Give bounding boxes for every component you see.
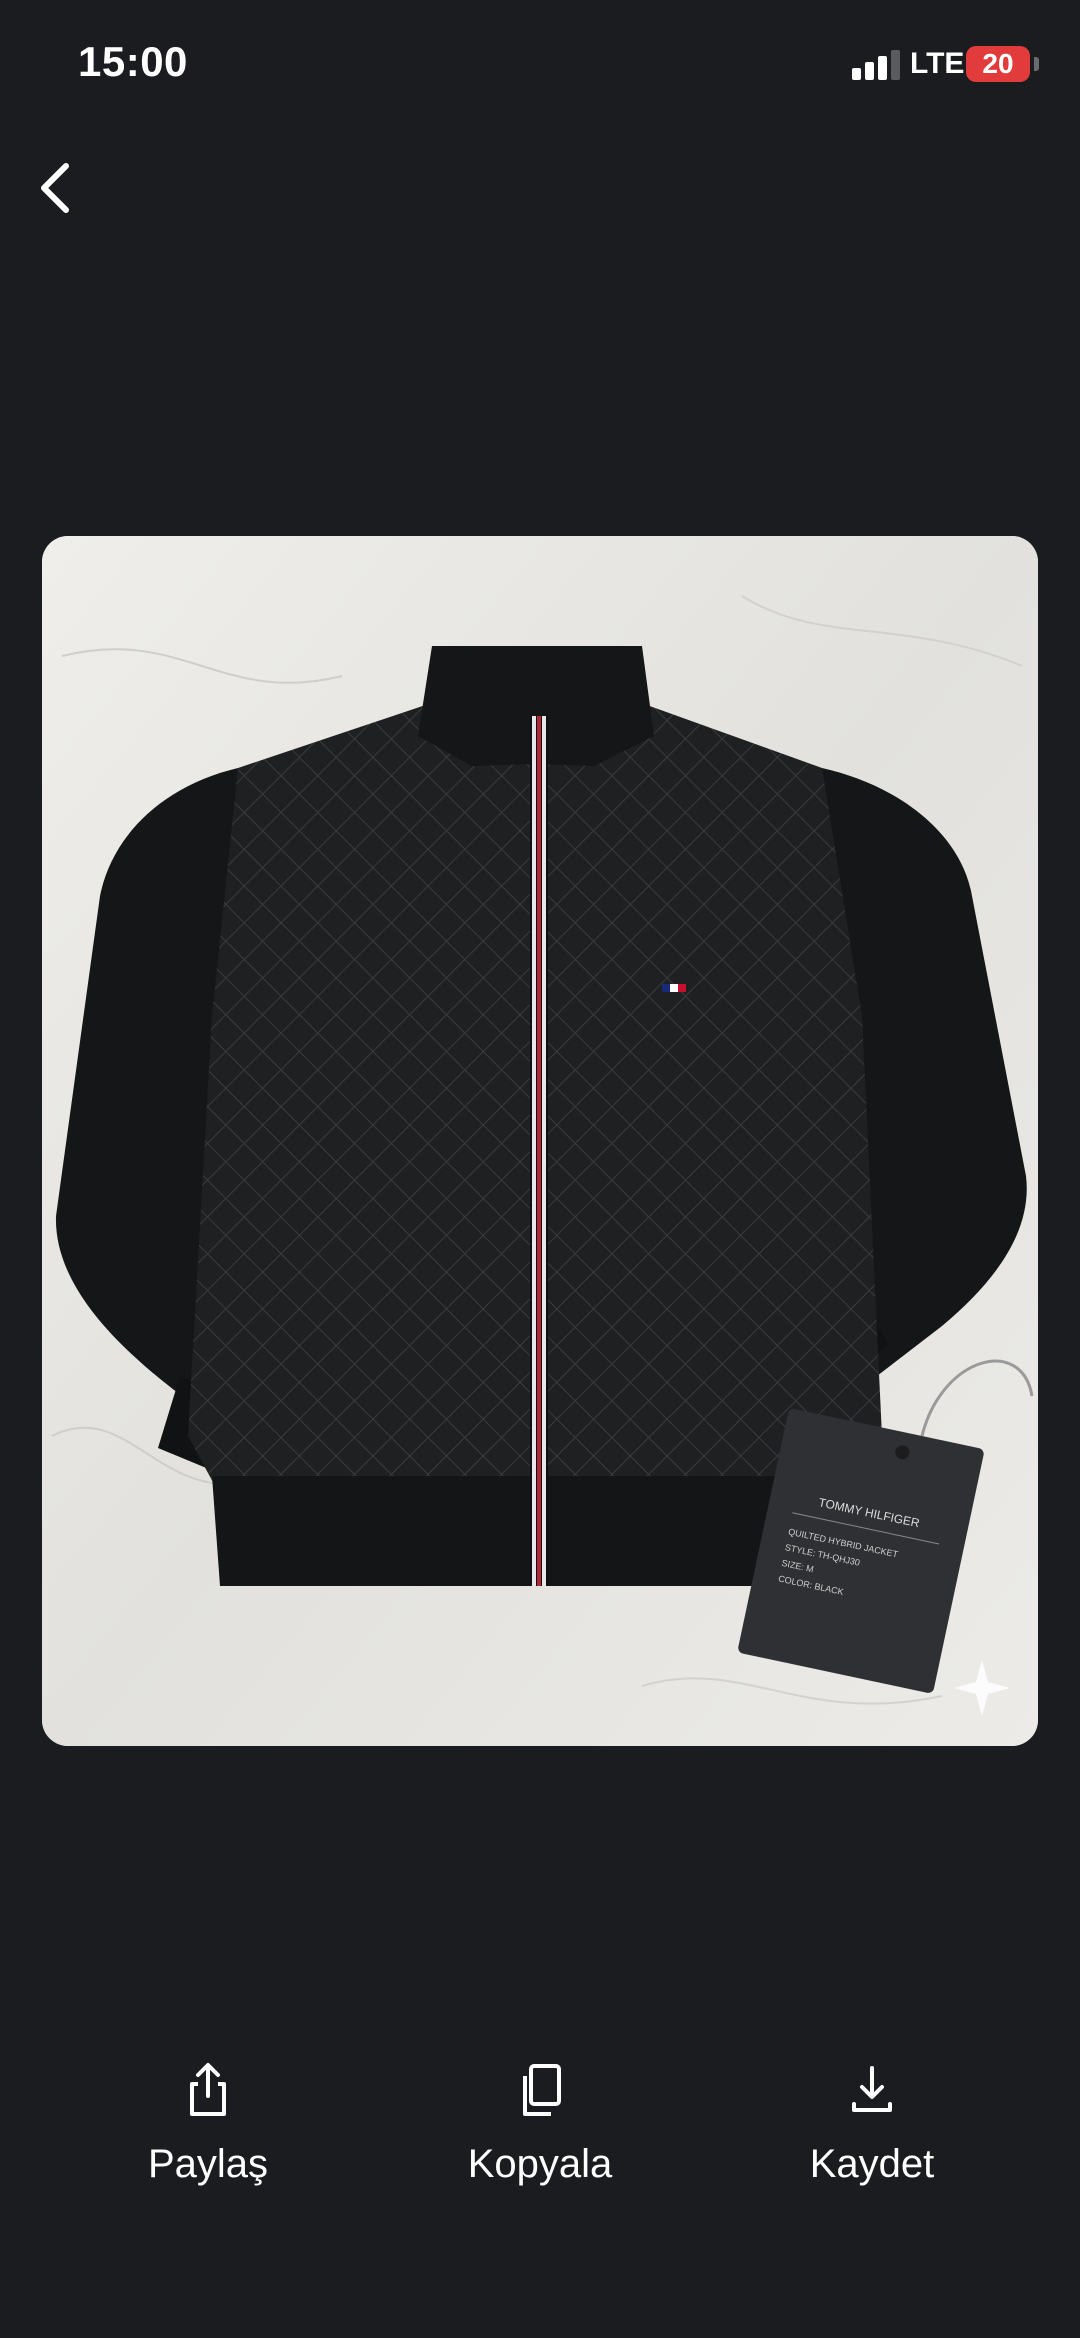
jacket-illustration: TOMMY HILFIGER QUILTED HYBRID JACKET STY… [42, 536, 1038, 1746]
status-time: 15:00 [78, 38, 188, 85]
back-button[interactable] [30, 150, 86, 226]
copy-button[interactable]: Kopyala [430, 2060, 650, 2200]
jacket-photo[interactable]: TOMMY HILFIGER QUILTED HYBRID JACKET STY… [42, 536, 1038, 1746]
copy-label: Kopyala [467, 2142, 613, 2186]
action-bar: Paylaş Kopyala Kaydet [0, 2060, 1080, 2210]
download-icon [852, 2066, 892, 2112]
share-label: Paylaş [147, 2142, 269, 2186]
battery-cap [1034, 57, 1039, 71]
signal-icon [852, 48, 902, 80]
network-type: LTE [910, 47, 965, 80]
chevron-left-icon [41, 163, 69, 213]
save-label: Kaydet [809, 2142, 935, 2186]
battery-icon: 20 [966, 46, 1030, 82]
share-button[interactable]: Paylaş [98, 2060, 318, 2200]
status-bar: 15:00 LTE 20 [0, 0, 1080, 130]
save-button[interactable]: Kaydet [762, 2060, 982, 2200]
battery-level: 20 [982, 48, 1014, 79]
share-icon [190, 2063, 226, 2116]
copy-icon [523, 2064, 561, 2116]
